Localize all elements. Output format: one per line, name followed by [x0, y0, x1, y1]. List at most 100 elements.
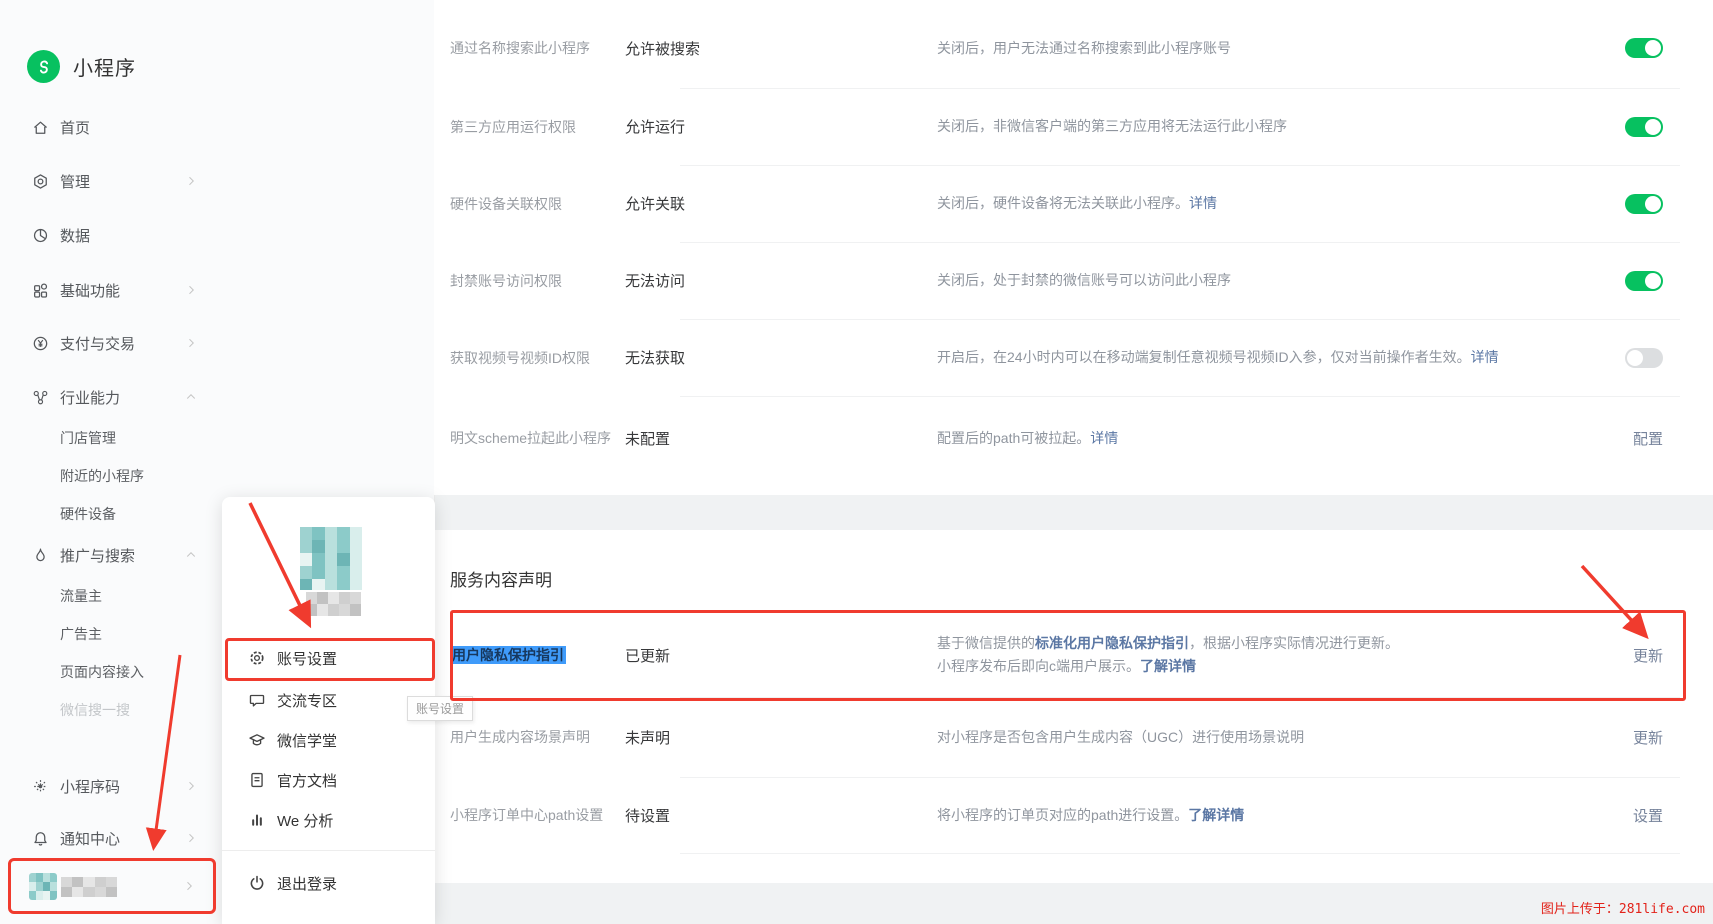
learn-more-link[interactable]: 了解详情 [1140, 658, 1196, 674]
learn-more-link[interactable]: 了解详情 [1188, 807, 1244, 823]
menu-divider [222, 850, 435, 851]
service-row-order-path: 小程序订单中心path设置 待设置 将小程序的订单页对应的path进行设置。了解… [434, 777, 1713, 853]
sidebar-account-item[interactable] [15, 862, 213, 910]
row-desc: 将小程序的订单页对应的path进行设置。了解详情 [937, 804, 1553, 827]
flame-icon [31, 546, 49, 564]
account-popup-menu: 账号设置 交流专区 微信学堂 官方文档 We 分析 退出登录 [222, 497, 435, 924]
row-desc: 关闭后，硬件设备将无法关联此小程序。详情 [937, 192, 1553, 215]
menu-item-account-settings[interactable]: 账号设置 [222, 638, 435, 678]
update-ugc-link[interactable]: 更新 [1633, 730, 1663, 747]
account-avatar [29, 873, 57, 900]
sidebar-label: 管理 [60, 171, 90, 192]
standard-privacy-guide-link[interactable]: 标准化用户隐私保护指引 [1035, 635, 1189, 651]
popup-avatar-blurred [300, 527, 362, 590]
sidebar-item-industry[interactable]: 行业能力 [0, 382, 434, 412]
row-label: 通过名称搜索此小程序 [434, 38, 625, 58]
sidebar-item-payments[interactable]: 支付与交易 [0, 328, 434, 358]
pay-icon [31, 334, 49, 352]
sidebar-label: 小程序码 [60, 776, 120, 797]
row-value: 允许运行 [625, 116, 937, 137]
row-divider [680, 242, 1680, 243]
menu-item-we-analytics[interactable]: We 分析 [222, 800, 435, 840]
sidebar-label: 基础功能 [60, 280, 120, 301]
details-link[interactable]: 详情 [1471, 349, 1499, 365]
row-label: 小程序订单中心path设置 [434, 805, 625, 825]
row-divider [680, 88, 1680, 89]
service-row-privacy: 用户隐私保护指引 已更新 基于微信提供的标准化用户隐私保护指引，根据小程序实际情… [434, 613, 1713, 697]
hardware-permission-toggle[interactable] [1625, 194, 1663, 214]
row-divider [680, 396, 1680, 397]
row-desc: 开启后，在24小时内可以在移动端复制任意视频号视频ID入参，仅对当前操作者生效。… [937, 346, 1553, 369]
sidebar-item-store-manage[interactable]: 门店管理 [0, 423, 434, 453]
menu-item-wechat-academy[interactable]: 微信学堂 [222, 720, 435, 760]
sidebar-item-data[interactable]: 数据 [0, 220, 434, 250]
menu-item-logout[interactable]: 退出登录 [222, 863, 435, 903]
permission-row-video-id: 获取视频号视频ID权限 无法获取 开启后，在24小时内可以在移动端复制任意视频号… [434, 319, 1713, 396]
row-value: 未配置 [625, 428, 937, 449]
row-label: 硬件设备关联权限 [434, 194, 625, 214]
sidebar-item-nearby[interactable]: 附近的小程序 [0, 461, 434, 491]
details-link[interactable]: 详情 [1189, 195, 1217, 211]
sidebar-label: 通知中心 [60, 828, 120, 849]
service-declaration-card: 服务内容声明 用户隐私保护指引 已更新 基于微信提供的标准化用户隐私保护指引，根… [434, 530, 1713, 883]
menu-item-label: 账号设置 [277, 648, 337, 669]
sidebar-item-manage[interactable]: 管理 [0, 166, 434, 196]
permission-row-banned: 封禁账号访问权限 无法访问 关闭后，处于封禁的微信账号可以访问此小程序 [434, 242, 1713, 319]
miniprogram-logo-icon [27, 50, 60, 83]
row-divider [680, 165, 1680, 166]
row-label: 用户生成内容场景声明 [434, 727, 625, 747]
row-value: 未声明 [625, 727, 937, 748]
service-row-ugc: 用户生成内容场景声明 未声明 对小程序是否包含用户生成内容（UGC）进行使用场景… [434, 697, 1713, 777]
manage-icon [31, 172, 49, 190]
permission-row-scheme: 明文scheme拉起此小程序 未配置 配置后的path可被拉起。详情 配置 [434, 396, 1713, 480]
set-path-link[interactable]: 设置 [1633, 808, 1663, 825]
row-divider [680, 777, 1680, 778]
power-icon [248, 874, 266, 892]
row-desc: 对小程序是否包含用户生成内容（UGC）进行使用场景说明 [937, 726, 1553, 749]
update-privacy-link[interactable]: 更新 [1633, 648, 1663, 665]
chevron-right-icon [185, 175, 197, 187]
sidebar-label: 行业能力 [60, 387, 120, 408]
row-desc: 配置后的path可被拉起。详情 [937, 427, 1553, 450]
row-desc: 关闭后，非微信客户端的第三方应用将无法运行此小程序 [937, 115, 1553, 138]
graduation-cap-icon [248, 731, 266, 749]
configure-link[interactable]: 配置 [1633, 431, 1663, 448]
account-name-blurred [61, 877, 117, 897]
banned-access-toggle[interactable] [1625, 271, 1663, 291]
miniprogram-code-icon [31, 777, 49, 795]
chevron-right-icon [185, 284, 197, 296]
section-gap [434, 495, 1713, 530]
sidebar-label: 微信搜一搜 [60, 700, 130, 720]
row-value: 无法获取 [625, 347, 937, 368]
grid-icon [31, 281, 49, 299]
row-desc: 基于微信提供的标准化用户隐私保护指引，根据小程序实际情况进行更新。 小程序发布后… [937, 632, 1553, 678]
privacy-guide-selected-text: 用户隐私保护指引 [450, 646, 566, 664]
row-value: 允许关联 [625, 193, 937, 214]
sidebar-label: 硬件设备 [60, 504, 116, 524]
row-label: 封禁账号访问权限 [434, 271, 625, 291]
menu-item-official-docs[interactable]: 官方文档 [222, 760, 435, 800]
sidebar-label: 广告主 [60, 624, 102, 644]
menu-item-forum[interactable]: 交流专区 [222, 680, 435, 720]
row-value: 待设置 [625, 805, 937, 826]
row-divider [680, 697, 1680, 698]
sidebar-label: 附近的小程序 [60, 466, 144, 486]
details-link[interactable]: 详情 [1090, 430, 1118, 446]
chevron-right-icon [185, 832, 197, 844]
chevron-right-icon [185, 780, 197, 792]
wechat-miniprogram-console: 小程序 首页 管理 数据 基础功能 支付与交易 行业能力 [0, 0, 1713, 924]
chevron-up-icon [185, 549, 197, 561]
industry-nodes-icon [31, 388, 49, 406]
sidebar-item-basic-features[interactable]: 基础功能 [0, 275, 434, 305]
chevron-right-icon [185, 337, 197, 349]
video-id-toggle[interactable] [1625, 348, 1663, 368]
gear-icon [248, 649, 266, 667]
bell-icon [31, 829, 49, 847]
row-value: 无法访问 [625, 270, 937, 291]
row-label: 获取视频号视频ID权限 [434, 348, 625, 368]
sidebar-label: 页面内容接入 [60, 662, 144, 682]
sidebar-item-home[interactable]: 首页 [0, 112, 434, 142]
row-label: 明文scheme拉起此小程序 [434, 428, 625, 448]
search-permission-toggle[interactable] [1625, 38, 1663, 58]
thirdparty-permission-toggle[interactable] [1625, 117, 1663, 137]
